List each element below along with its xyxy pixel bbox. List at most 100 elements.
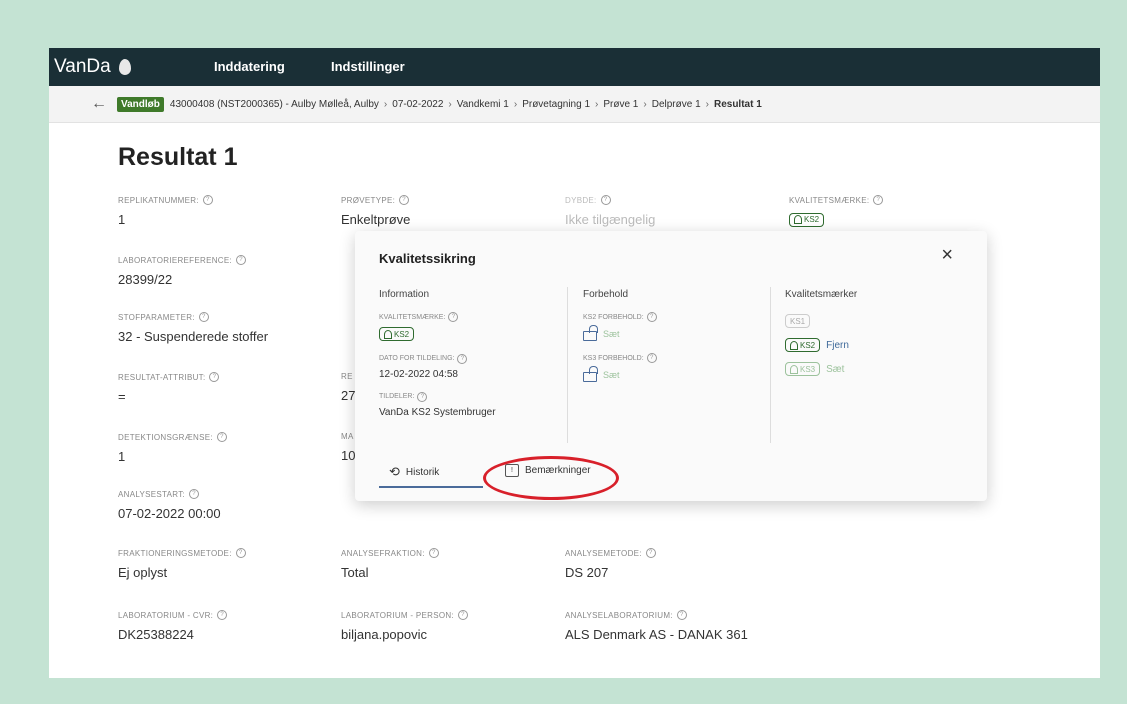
help-icon[interactable]: ? (235, 548, 246, 558)
field-laboratoriereference: LABORATORIEREFERENCE:? 28399/22 (118, 255, 247, 287)
nav-inddatering[interactable]: Inddatering (214, 59, 285, 74)
field-analysefraktion: ANALYSEFRAKTION:? Total (341, 548, 439, 580)
field-proevetype: PRØVETYPE:? Enkeltprøve (341, 195, 410, 227)
field-label: DATO FOR TILDELING: (379, 355, 455, 362)
water-drop-icon (118, 59, 131, 75)
field-label: REPLIKATNUMMER: (118, 195, 199, 205)
field-analysestart: ANALYSESTART:? 07-02-2022 00:00 (118, 489, 221, 521)
field-value: 10 (341, 448, 356, 463)
field-value: VanDa KS2 Systembruger (379, 406, 496, 418)
field-analysemetode: ANALYSEMETODE:? DS 207 (565, 548, 656, 580)
help-icon[interactable]: ? (217, 610, 228, 620)
breadcrumb-item[interactable]: Prøve 1 (603, 99, 638, 110)
help-icon[interactable]: ? (198, 312, 209, 322)
badge-label: KS2 (800, 340, 816, 350)
help-icon[interactable]: ? (236, 255, 247, 265)
breadcrumb-item[interactable]: 07-02-2022 (392, 99, 443, 110)
breadcrumb-separator: › (705, 98, 709, 110)
field-label: ANALYSESTART: (118, 489, 186, 499)
kvalitetsmaerker-column: Kvalitetsmærker KS1 KS2 Fjern KS3 Sæt (785, 289, 857, 376)
back-arrow-icon[interactable]: ← (91, 95, 107, 113)
breadcrumb-separator: › (383, 98, 388, 110)
field-value: biljana.popovic (341, 627, 428, 642)
field-label: ANALYSELABORATORIUM: (565, 610, 673, 620)
help-icon[interactable]: ? (600, 195, 611, 205)
field-label: KVALITETSMÆRKE: (789, 195, 870, 205)
history-icon: ⟲ (389, 464, 400, 479)
field-replikatnummer: REPLIKATNUMMER:? 1 (118, 195, 213, 227)
logo[interactable]: VanDa (54, 56, 131, 78)
quality-badge[interactable]: KS2 (789, 212, 825, 227)
help-icon[interactable]: ? (417, 391, 428, 402)
field-fraktioneringsmetode: FRAKTIONERINGSMETODE:? Ej oplyst (118, 548, 246, 580)
quality-badge[interactable]: KS2 (379, 327, 415, 341)
field-label: ANALYSEMETODE: (565, 548, 642, 558)
breadcrumb-separator: › (595, 98, 599, 110)
unlock-icon (583, 325, 598, 341)
information-column: Information KVALITETSMÆRKE:? KS2 DATO FO… (379, 289, 496, 418)
help-icon[interactable]: ? (209, 372, 220, 382)
help-icon[interactable]: ? (645, 548, 656, 558)
field-value: ALS Denmark AS - DANAK 361 (565, 627, 748, 642)
field-label: RE (341, 372, 353, 381)
help-icon[interactable]: ? (448, 312, 459, 322)
help-icon[interactable]: ? (457, 353, 468, 364)
highlight-circle-annotation (483, 456, 619, 500)
ks2-badge: KS2 (785, 338, 821, 352)
help-icon[interactable]: ? (676, 610, 687, 620)
ks3-set-button[interactable]: Sæt (583, 366, 657, 382)
breadcrumb-item[interactable]: Vandkemi 1 (457, 99, 509, 110)
ks2-set-button[interactable]: Sæt (583, 325, 657, 341)
breadcrumb-separator: › (643, 98, 647, 110)
help-icon[interactable]: ? (202, 195, 213, 205)
help-icon[interactable]: ? (216, 432, 227, 442)
set-label: Sæt (603, 370, 620, 380)
breadcrumb-item[interactable]: Delprøve 1 (652, 99, 701, 110)
tab-historik[interactable]: ⟲ Historik (389, 464, 439, 480)
field-label: STOFPARAMETER: (118, 312, 195, 322)
column-divider (770, 287, 771, 443)
field-value: 28399/22 (118, 272, 173, 287)
field-label: LABORATORIUM - PERSON: (341, 610, 454, 620)
field-label: PRØVETYPE: (341, 195, 396, 205)
close-icon[interactable]: × (941, 245, 953, 265)
breadcrumb-item[interactable]: 43000408 (NST2000365) - Aulby Mølleå, Au… (170, 99, 379, 110)
field-value: = (118, 389, 126, 404)
breadcrumb-item[interactable]: Prøvetagning 1 (522, 99, 590, 110)
badge-label: KS3 (800, 364, 816, 374)
field-detektionsgraense: DETEKTIONSGRÆNSE:? 1 (118, 432, 227, 464)
help-icon[interactable]: ? (646, 353, 657, 363)
field-value: Ikke tilgængelig (565, 212, 656, 227)
help-icon[interactable]: ? (428, 548, 439, 558)
active-tab-indicator (379, 486, 483, 488)
help-icon[interactable]: ? (646, 312, 657, 322)
field-value: DS 207 (565, 565, 609, 580)
ks3-badge: KS3 (785, 362, 821, 376)
modal-title: Kvalitetssikring (379, 251, 476, 266)
tab-label: Historik (405, 466, 440, 478)
category-badge: Vandløb (117, 96, 164, 112)
field-value: DK25388224 (118, 627, 194, 642)
remove-ks2-button[interactable]: Fjern (826, 340, 849, 351)
help-icon[interactable]: ? (458, 610, 468, 620)
help-icon[interactable]: ? (873, 195, 884, 205)
forbehold-column: Forbehold KS2 FORBEHOLD:? Sæt KS3 FORBEH… (583, 289, 657, 382)
app-name: VanDa (54, 56, 111, 77)
field-value: 1 (118, 212, 126, 227)
field-dybde: DYBDE:? Ikke tilgængelig (565, 195, 655, 227)
field-value: Total (341, 565, 369, 580)
nav-indstillinger[interactable]: Indstillinger (331, 59, 405, 74)
field-analyselaboratorium: ANALYSELABORATORIUM:? ALS Denmark AS - D… (565, 610, 748, 642)
field-value: 27 (341, 388, 356, 403)
badge-label: KS1 (790, 316, 806, 326)
unlock-icon (583, 366, 598, 382)
award-icon (790, 364, 798, 374)
set-label: Sæt (603, 329, 620, 339)
field-value: 12-02-2022 04:58 (379, 368, 458, 380)
help-icon[interactable]: ? (399, 195, 410, 205)
set-ks3-button[interactable]: Sæt (826, 364, 844, 375)
field-value: 07-02-2022 00:00 (118, 506, 221, 521)
field-label: ANALYSEFRAKTION: (341, 548, 425, 558)
help-icon[interactable]: ? (189, 489, 200, 499)
column-heading: Information (379, 289, 430, 300)
